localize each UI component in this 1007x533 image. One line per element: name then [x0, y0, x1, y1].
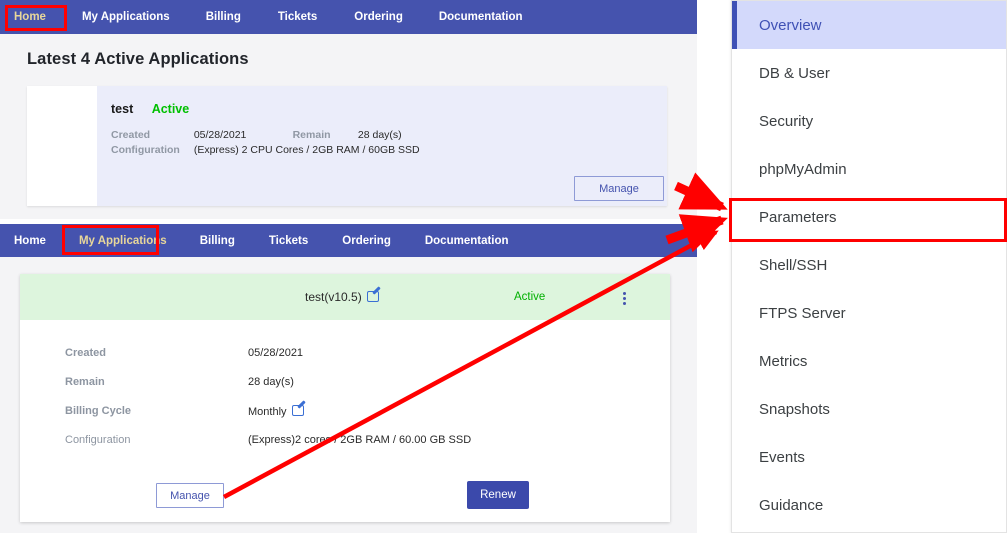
more-menu-icon[interactable]	[617, 290, 631, 307]
sidebar-item-label: FTPS Server	[759, 305, 846, 322]
nav2-item-ordering[interactable]: Ordering	[342, 229, 391, 253]
kebab-dot	[623, 302, 626, 305]
configuration-label: Configuration	[111, 144, 194, 159]
nav2-item-tickets[interactable]: Tickets	[269, 229, 308, 253]
sidebar-item-label: Parameters	[759, 209, 837, 226]
detail-label: Billing Cycle	[65, 405, 131, 417]
application-card: test Active Created 05/28/2021 Remain 28…	[27, 86, 667, 206]
sidebar-item-label: Guidance	[759, 497, 823, 514]
table-row: Created 05/28/2021 Remain 28 day(s)	[111, 129, 446, 144]
created-value: 05/28/2021	[194, 129, 293, 144]
kebab-dot	[623, 292, 626, 295]
application-name-text: test(v10.5)	[305, 290, 362, 304]
application-sidebar-menu: Overview DB & User Security phpMyAdmin P…	[731, 0, 1007, 533]
detail-row-configuration: Configuration (Express)2 cores / 2GB RAM…	[20, 434, 670, 462]
detail-value: Monthly	[248, 405, 304, 418]
nav2-item-home[interactable]: Home	[14, 229, 46, 253]
screenshot-root: Home My Applications Billing Tickets Ord…	[0, 0, 1007, 533]
detail-label: Remain	[65, 376, 105, 388]
nav-item-home[interactable]: Home	[14, 5, 46, 29]
edit-billing-cycle-icon[interactable]	[292, 405, 304, 416]
home-panel: Home My Applications Billing Tickets Ord…	[0, 0, 697, 219]
table-row: Configuration (Express) 2 CPU Cores / 2G…	[111, 144, 446, 159]
configuration-value: (Express) 2 CPU Cores / 2GB RAM / 60GB S…	[194, 144, 446, 159]
sidebar-item-parameters[interactable]: Parameters	[732, 193, 1006, 241]
sidebar-item-label: Metrics	[759, 353, 807, 370]
sidebar-item-guidance[interactable]: Guidance	[732, 481, 1006, 529]
detail-value: 05/28/2021	[248, 347, 303, 359]
sidebar-item-label: Shell/SSH	[759, 257, 827, 274]
application-detail-header: test(v10.5) Active	[20, 274, 670, 320]
sidebar-item-label: DB & User	[759, 65, 830, 82]
application-name-version: test(v10.5)	[305, 290, 379, 304]
home-navbar: Home My Applications Billing Tickets Ord…	[0, 0, 697, 34]
page-title: Latest 4 Active Applications	[27, 50, 249, 69]
created-label: Created	[111, 129, 194, 144]
status-badge: Active	[152, 102, 190, 116]
remain-value: 28 day(s)	[358, 129, 446, 144]
application-name: test	[111, 102, 133, 116]
sidebar-item-phpmyadmin[interactable]: phpMyAdmin	[732, 145, 1006, 193]
detail-label: Configuration	[65, 434, 130, 446]
sidebar-item-label: Events	[759, 449, 805, 466]
sidebar-item-label: Security	[759, 113, 813, 130]
nav2-item-my-applications[interactable]: My Applications	[79, 229, 167, 253]
sidebar-item-snapshots[interactable]: Snapshots	[732, 385, 1006, 433]
sidebar-item-label: Snapshots	[759, 401, 830, 418]
detail-label: Created	[65, 347, 106, 359]
renew-button[interactable]: Renew	[467, 481, 529, 509]
detail-row-billing-cycle: Billing Cycle Monthly	[20, 405, 670, 433]
sidebar-item-db-user[interactable]: DB & User	[732, 49, 1006, 97]
application-meta-table: Created 05/28/2021 Remain 28 day(s) Conf…	[111, 129, 446, 159]
sidebar-item-ftps-server[interactable]: FTPS Server	[732, 289, 1006, 337]
my-applications-panel: Home My Applications Billing Tickets Ord…	[0, 224, 697, 533]
sidebar-item-label: phpMyAdmin	[759, 161, 847, 178]
sidebar-item-security[interactable]: Security	[732, 97, 1006, 145]
application-thumbnail	[27, 86, 97, 206]
nav-item-ordering[interactable]: Ordering	[354, 5, 403, 29]
manage-button[interactable]: Manage	[574, 176, 664, 201]
sidebar-item-label: Overview	[759, 17, 822, 34]
my-applications-navbar: Home My Applications Billing Tickets Ord…	[0, 224, 697, 257]
manage-button[interactable]: Manage	[156, 483, 224, 508]
detail-value: (Express)2 cores / 2GB RAM / 60.00 GB SS…	[248, 434, 471, 446]
nav-item-documentation[interactable]: Documentation	[439, 5, 523, 29]
nav-item-billing[interactable]: Billing	[206, 5, 241, 29]
status-badge: Active	[514, 291, 545, 303]
edit-name-icon[interactable]	[367, 291, 379, 302]
sidebar-item-events[interactable]: Events	[732, 433, 1006, 481]
nav-item-tickets[interactable]: Tickets	[278, 5, 317, 29]
kebab-dot	[623, 297, 626, 300]
sidebar-item-metrics[interactable]: Metrics	[732, 337, 1006, 385]
sidebar-item-shell-ssh[interactable]: Shell/SSH	[732, 241, 1006, 289]
detail-value: 28 day(s)	[248, 376, 294, 388]
detail-row-created: Created 05/28/2021	[20, 347, 670, 375]
detail-row-remain: Remain 28 day(s)	[20, 376, 670, 404]
application-detail-panel: test(v10.5) Active Created 05/28/2021 Re…	[20, 274, 670, 522]
nav2-item-documentation[interactable]: Documentation	[425, 229, 509, 253]
billing-cycle-text: Monthly	[248, 406, 287, 418]
nav2-item-billing[interactable]: Billing	[200, 229, 235, 253]
remain-label: Remain	[293, 129, 358, 144]
application-card-body: test Active Created 05/28/2021 Remain 28…	[111, 100, 446, 159]
nav-item-my-applications[interactable]: My Applications	[82, 5, 170, 29]
sidebar-item-overview[interactable]: Overview	[732, 1, 1006, 49]
